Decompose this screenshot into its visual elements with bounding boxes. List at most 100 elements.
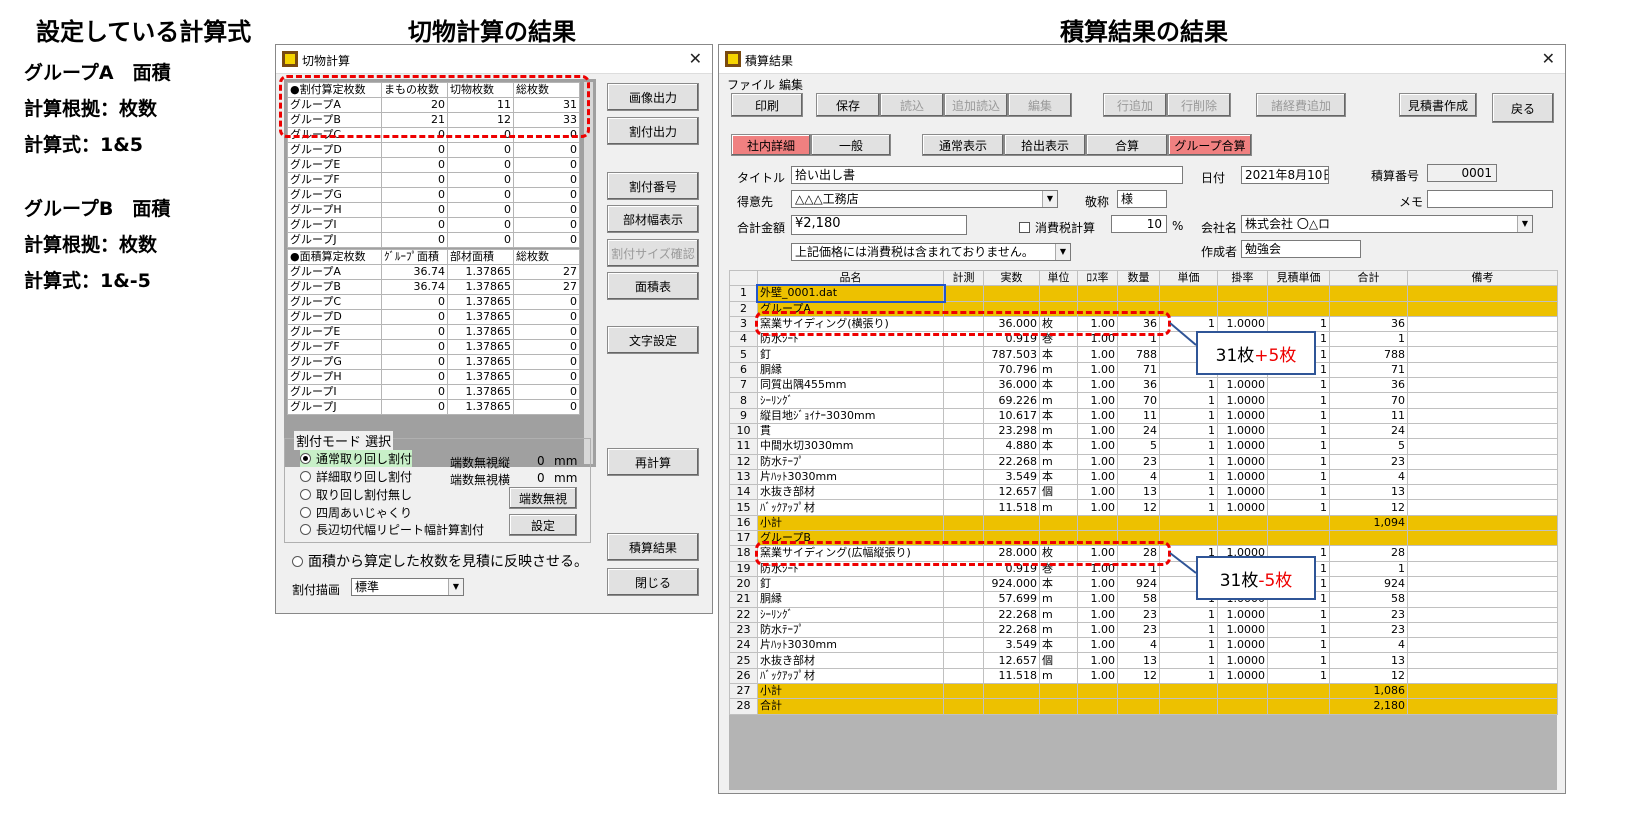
table-row[interactable]: 1 外壁_0001.dat <box>729 283 1558 304</box>
author-field[interactable]: 勉強会 <box>1241 240 1361 258</box>
add-expense-button[interactable]: 諸経費追加 <box>1256 93 1346 117</box>
table-row[interactable]: 9 縦目地ｼﾞｮｲﾅｰ3030mm 10.617 本 1.00 11 1 1.0000 1 11 <box>729 407 1558 424</box>
grid-row[interactable]: グループC 0 1.37865 0 <box>287 294 580 310</box>
grid-row[interactable]: グループG 0 0 0 <box>287 187 580 203</box>
company-select[interactable]: 株式会社 〇△ロ ▼ <box>1241 215 1533 233</box>
layout-number-button[interactable]: 割付番号 <box>607 172 699 200</box>
grid-row[interactable]: グループB 36.74 1.37865 27 <box>287 279 580 295</box>
grid-row[interactable]: グループJ 0 0 0 <box>287 232 580 248</box>
edit-button[interactable]: 編集 <box>1008 93 1072 117</box>
tax-checkbox[interactable]: 消費税計算 <box>1019 219 1095 236</box>
layout-size-check-button[interactable]: 割付サイズ確認 <box>607 239 699 267</box>
grid-row[interactable]: グループA 36.74 1.37865 27 <box>287 264 580 280</box>
honorific-field[interactable]: 様 <box>1117 190 1167 208</box>
grid-row[interactable]: グループH 0 0 0 <box>287 202 580 218</box>
item-name-cell[interactable]: 釘 <box>757 575 944 593</box>
column-header[interactable]: 計測 <box>943 269 984 287</box>
grid-row[interactable]: グループF 0 1.37865 0 <box>287 339 580 355</box>
item-name-cell[interactable]: ｼｰﾘﾝｸﾞ <box>757 606 944 623</box>
table-row[interactable]: 26 ﾊﾞｯｸｱｯﾌﾟ材 11.518 m 1.00 12 1 1.0000 1 12 <box>729 667 1558 685</box>
recalc-button[interactable]: 再計算 <box>607 448 699 476</box>
item-name-cell[interactable]: 胴縁 <box>757 361 944 379</box>
item-name-cell[interactable]: 防水ﾃｰﾌﾟ <box>757 621 944 639</box>
item-name-cell[interactable]: 小計 <box>757 514 944 532</box>
item-name-cell[interactable]: 水抜き部材 <box>757 484 944 501</box>
table-row[interactable]: 25 水抜き部材 12.657 個 1.00 13 1 1.0000 1 13 <box>729 652 1558 669</box>
mode-normal-radio[interactable]: 通常取り回し割付 <box>300 450 413 467</box>
grid-row[interactable]: グループJ 0 1.37865 0 <box>287 399 580 415</box>
add-row-button[interactable]: 行追加 <box>1103 93 1167 117</box>
grid-row[interactable]: グループD 0 1.37865 0 <box>287 309 580 325</box>
date-field[interactable]: 2021年8月10日 <box>1241 166 1329 184</box>
item-name-cell[interactable]: ﾊﾞｯｸｱｯﾌﾟ材 <box>757 667 944 685</box>
column-header[interactable]: 単価 <box>1159 269 1218 287</box>
table-row[interactable]: 23 防水ﾃｰﾌﾟ 22.268 m 1.00 23 1 1.0000 1 23 <box>729 621 1558 639</box>
table-row[interactable]: 21胴縁57.699m1.005811.0000158 <box>729 591 1558 608</box>
table-row[interactable]: 20釘924.000本1.0092411.00001924 <box>729 575 1558 593</box>
item-name-cell[interactable]: 縦目地ｼﾞｮｲﾅｰ3030mm <box>757 407 944 424</box>
reflect-area-radio[interactable]: 面積から算定した枚数を見積に反映させる。 <box>292 551 588 571</box>
table-row[interactable]: 22 ｼｰﾘﾝｸﾞ 22.268 m 1.00 23 1 1.0000 1 23 <box>729 606 1558 623</box>
column-header[interactable]: 数量 <box>1117 269 1160 287</box>
item-name-cell[interactable]: 水抜き部材 <box>757 652 944 669</box>
item-name-cell[interactable]: 釘 <box>757 346 944 363</box>
item-name-cell[interactable]: 中間水切3030mm <box>757 438 944 455</box>
table-row[interactable]: 8 ｼｰﾘﾝｸﾞ 69.226 m 1.00 70 1 1.0000 1 70 <box>729 392 1558 409</box>
vertical-scrollbar[interactable] <box>584 82 593 464</box>
tab-sum[interactable]: 合算 <box>1086 134 1168 156</box>
column-header[interactable]: 単位 <box>1039 269 1078 287</box>
tab-pickup-view[interactable]: 拾出表示 <box>1004 134 1086 156</box>
column-header[interactable]: 掛率 <box>1217 269 1268 287</box>
column-header[interactable]: 品名 <box>757 269 944 287</box>
item-name-cell[interactable]: ﾊﾞｯｸｱｯﾌﾟ材 <box>757 499 944 516</box>
column-header[interactable] <box>729 269 758 287</box>
table-row[interactable]: 14 水抜き部材 12.657 個 1.00 13 1 1.0000 1 13 <box>729 484 1558 501</box>
table-row[interactable]: 24 片ﾊｯﾄ3030mm 3.549 本 1.00 4 1 1.0000 1 4 <box>729 637 1558 654</box>
tab-internal-detail[interactable]: 社内詳細 <box>731 134 811 156</box>
item-name-cell[interactable]: 外壁_0001.dat <box>755 283 946 304</box>
column-header[interactable]: 見積単価 <box>1267 269 1330 287</box>
settings-button[interactable]: 設定 <box>509 514 577 536</box>
column-header[interactable]: ﾛｽ率 <box>1077 269 1118 287</box>
item-name-cell[interactable]: 同質出隅455mm <box>757 377 944 394</box>
note-select[interactable]: 上記価格には消費税は含まれておりません。 ▼ <box>791 243 1071 261</box>
column-header[interactable]: 実数 <box>983 269 1040 287</box>
close-icon[interactable]: ✕ <box>1542 49 1555 68</box>
table-row[interactable]: 28 合計 2,180 <box>729 698 1558 715</box>
tab-normal-view[interactable]: 通常表示 <box>922 134 1004 156</box>
grid-row[interactable]: グループH 0 1.37865 0 <box>287 369 580 385</box>
total-field[interactable]: ¥2,180 <box>791 215 967 235</box>
grid-row[interactable]: グループI 0 1.37865 0 <box>287 384 580 400</box>
table-row[interactable]: 12 防水ﾃｰﾌﾟ 22.268 m 1.00 23 1 1.0000 1 23 <box>729 453 1558 470</box>
create-quote-button[interactable]: 見積書作成 <box>1399 93 1477 117</box>
grid-row[interactable]: グループE 0 1.37865 0 <box>287 324 580 340</box>
menu-edit[interactable]: 編集 <box>779 76 803 93</box>
mode-long-edge-radio[interactable]: 長辺切代幅リピート幅計算割付 <box>300 521 484 538</box>
tab-group-sum[interactable]: グループ合算 <box>1168 134 1252 156</box>
grid-row[interactable]: グループE 0 0 0 <box>287 157 580 173</box>
grid-row[interactable]: グループD 0 0 0 <box>287 142 580 158</box>
grid-row[interactable]: グループI 0 0 0 <box>287 217 580 233</box>
mode-none-radio[interactable]: 取り回し割付無し <box>300 486 412 503</box>
delete-row-button[interactable]: 行削除 <box>1167 93 1231 117</box>
table-row[interactable]: 11 中間水切3030mm 4.880 本 1.00 5 1 1.0000 1 5 <box>729 438 1558 455</box>
table-row[interactable]: 15 ﾊﾞｯｸｱｯﾌﾟ材 11.518 m 1.00 12 1 1.0000 1 12 <box>729 499 1558 516</box>
estimate-result-button[interactable]: 積算結果 <box>607 533 699 561</box>
mode-detail-radio[interactable]: 詳細取り回し割付 <box>300 468 412 485</box>
text-settings-button[interactable]: 文字設定 <box>607 326 699 354</box>
item-name-cell[interactable]: 片ﾊｯﾄ3030mm <box>757 468 944 486</box>
item-name-cell[interactable]: 胴縁 <box>757 591 944 608</box>
table-row[interactable]: 16 小計 1,094 <box>729 514 1558 532</box>
draw-select[interactable]: 標準 ▼ <box>351 578 464 596</box>
close-button[interactable]: 閉じる <box>607 568 699 596</box>
back-button[interactable]: 戻る <box>1492 93 1554 123</box>
estno-field[interactable]: 0001 <box>1427 164 1497 182</box>
table-row[interactable]: 5釘787.503本1.0078811.00001788 <box>729 346 1558 363</box>
menu-file[interactable]: ファイル <box>727 76 775 93</box>
save-button[interactable]: 保存 <box>816 93 880 117</box>
table-row[interactable]: 27 小計 1,086 <box>729 683 1558 700</box>
title-field[interactable]: 拾い出し書 <box>791 166 1183 184</box>
area-table-button[interactable]: 面積表 <box>607 272 699 300</box>
item-name-cell[interactable]: 防水ﾃｰﾌﾟ <box>757 453 944 470</box>
tax-field[interactable]: 10 <box>1111 215 1167 233</box>
